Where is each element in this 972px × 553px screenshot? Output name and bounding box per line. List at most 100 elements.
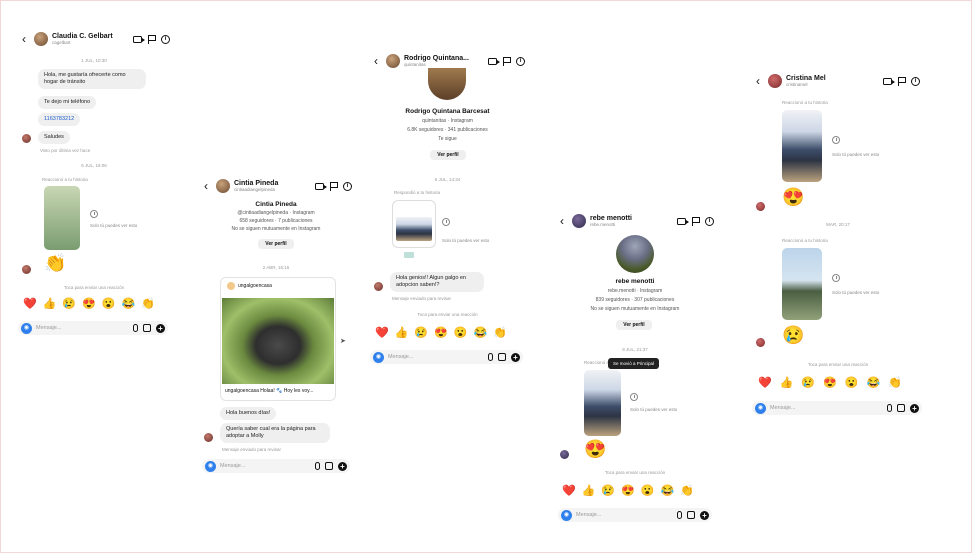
microphone-icon[interactable] (677, 511, 682, 519)
message-input[interactable]: Mensaje... (770, 405, 795, 411)
emoji-clap[interactable]: 👏 (888, 378, 902, 389)
phone-link[interactable]: 1163783212 (38, 113, 81, 126)
plus-icon[interactable]: + (700, 510, 709, 520)
view-profile-button[interactable]: Ver perfil (258, 239, 294, 249)
emoji-heart[interactable]: ❤️ (23, 299, 37, 310)
back-arrow-icon[interactable]: ‹ (556, 215, 568, 227)
message-composer[interactable]: ◉ Mensaje... + (370, 350, 523, 364)
view-profile-button[interactable]: Ver perfil (616, 320, 652, 330)
emoji-sad[interactable]: 😢 (601, 486, 615, 497)
message-input[interactable]: Mensaje... (388, 354, 413, 360)
camera-icon[interactable]: ◉ (205, 460, 216, 472)
camera-icon[interactable]: ◉ (21, 322, 32, 334)
camera-icon[interactable]: ◉ (373, 351, 384, 363)
flag-icon[interactable] (330, 181, 338, 191)
share-icon[interactable]: ➤ (340, 337, 346, 345)
message-input[interactable]: Mensaje... (220, 463, 245, 469)
message-input[interactable]: Mensaje... (36, 325, 61, 331)
story-thumbnail[interactable] (584, 370, 621, 436)
emoji-sad[interactable]: 😢 (414, 328, 428, 339)
avatar[interactable] (34, 32, 48, 46)
flag-icon[interactable] (148, 34, 156, 44)
emoji-clap[interactable]: 👏 (141, 299, 155, 310)
back-arrow-icon[interactable]: ‹ (18, 33, 30, 45)
contact-name[interactable]: rebe menotti (590, 215, 632, 222)
microphone-icon[interactable] (315, 462, 320, 470)
gallery-icon[interactable] (687, 511, 695, 519)
emoji-sad[interactable]: 😢 (62, 299, 76, 310)
flag-icon[interactable] (692, 216, 700, 226)
plus-icon[interactable]: + (511, 352, 520, 362)
contact-name[interactable]: Rodrigo Quintana... (404, 55, 469, 62)
avatar[interactable] (572, 214, 586, 228)
emoji-wow[interactable]: 😮 (641, 486, 655, 497)
emoji-laugh[interactable]: 😂 (122, 299, 136, 310)
flag-icon[interactable] (503, 56, 511, 66)
message-composer[interactable]: ◉ Mensaje... + (752, 401, 922, 415)
emoji-wow[interactable]: 😮 (454, 328, 468, 339)
plus-icon[interactable]: + (910, 403, 919, 413)
info-icon[interactable]: i (705, 216, 714, 226)
gallery-icon[interactable] (325, 462, 333, 470)
video-call-icon[interactable] (133, 35, 145, 43)
emoji-love[interactable]: 😍 (621, 486, 635, 497)
emoji-sad[interactable]: 😢 (801, 378, 815, 389)
avatar[interactable] (768, 74, 782, 88)
message-composer[interactable]: ◉ Mensaje... + (18, 321, 168, 335)
message-composer[interactable]: ◉ Mensaje... + (202, 459, 350, 473)
info-icon[interactable]: i (161, 34, 170, 44)
gallery-icon[interactable] (498, 353, 506, 361)
back-arrow-icon[interactable]: ‹ (200, 180, 212, 192)
emoji-thumbs-up[interactable]: 👍 (43, 299, 57, 310)
back-arrow-icon[interactable]: ‹ (370, 55, 382, 67)
emoji-heart[interactable]: ❤️ (562, 486, 576, 497)
story-thumbnail[interactable] (782, 248, 822, 320)
emoji-heart[interactable]: ❤️ (375, 328, 389, 339)
emoji-clap[interactable]: 👏 (680, 486, 694, 497)
flag-icon[interactable] (898, 76, 906, 86)
contact-name[interactable]: Claudia C. Gelbart (52, 33, 113, 40)
emoji-wow[interactable]: 😮 (102, 299, 116, 310)
video-call-icon[interactable] (677, 217, 689, 225)
emoji-love[interactable]: 😍 (434, 328, 448, 339)
emoji-thumbs-up[interactable]: 👍 (582, 486, 596, 497)
plus-icon[interactable]: + (338, 461, 347, 471)
story-thumbnail[interactable] (782, 110, 822, 182)
story-reply-card[interactable] (392, 200, 436, 248)
emoji-love[interactable]: 😍 (82, 299, 96, 310)
microphone-icon[interactable] (133, 324, 138, 332)
info-icon[interactable]: i (911, 76, 920, 86)
message-input[interactable]: Mensaje... (576, 512, 601, 518)
avatar[interactable] (216, 179, 230, 193)
emoji-thumbs-up[interactable]: 👍 (395, 328, 409, 339)
back-arrow-icon[interactable]: ‹ (752, 75, 764, 87)
gallery-icon[interactable] (143, 324, 151, 332)
emoji-clap[interactable]: 👏 (493, 328, 507, 339)
camera-icon[interactable]: ◉ (755, 402, 766, 414)
message-bubble: Te dejo mi teléfono (38, 96, 97, 109)
emoji-heart[interactable]: ❤️ (758, 378, 772, 389)
emoji-love[interactable]: 😍 (823, 378, 837, 389)
microphone-icon[interactable] (887, 404, 892, 412)
story-thumbnail[interactable] (44, 186, 80, 250)
camera-icon[interactable]: ◉ (561, 509, 572, 521)
contact-name[interactable]: Cristina Mel (786, 75, 826, 82)
shared-post[interactable]: ungalgoencasa ungalgoencasa Holaa! 🐾 Hoy… (220, 277, 336, 401)
emoji-thumbs-up[interactable]: 👍 (780, 378, 794, 389)
video-call-icon[interactable] (315, 182, 327, 190)
video-call-icon[interactable] (488, 57, 500, 65)
avatar[interactable] (386, 54, 400, 68)
emoji-laugh[interactable]: 😂 (661, 486, 675, 497)
info-icon[interactable]: i (343, 181, 352, 191)
contact-name[interactable]: Cintia Pineda (234, 180, 278, 187)
message-composer[interactable]: ◉ Mensaje... + (558, 508, 712, 522)
view-profile-button[interactable]: Ver perfil (430, 150, 466, 160)
gallery-icon[interactable] (897, 404, 905, 412)
emoji-wow[interactable]: 😮 (845, 378, 859, 389)
info-icon[interactable]: i (516, 56, 525, 66)
emoji-laugh[interactable]: 😂 (474, 328, 488, 339)
emoji-laugh[interactable]: 😂 (867, 378, 881, 389)
microphone-icon[interactable] (488, 353, 493, 361)
plus-icon[interactable]: + (156, 323, 165, 333)
video-call-icon[interactable] (883, 77, 895, 85)
